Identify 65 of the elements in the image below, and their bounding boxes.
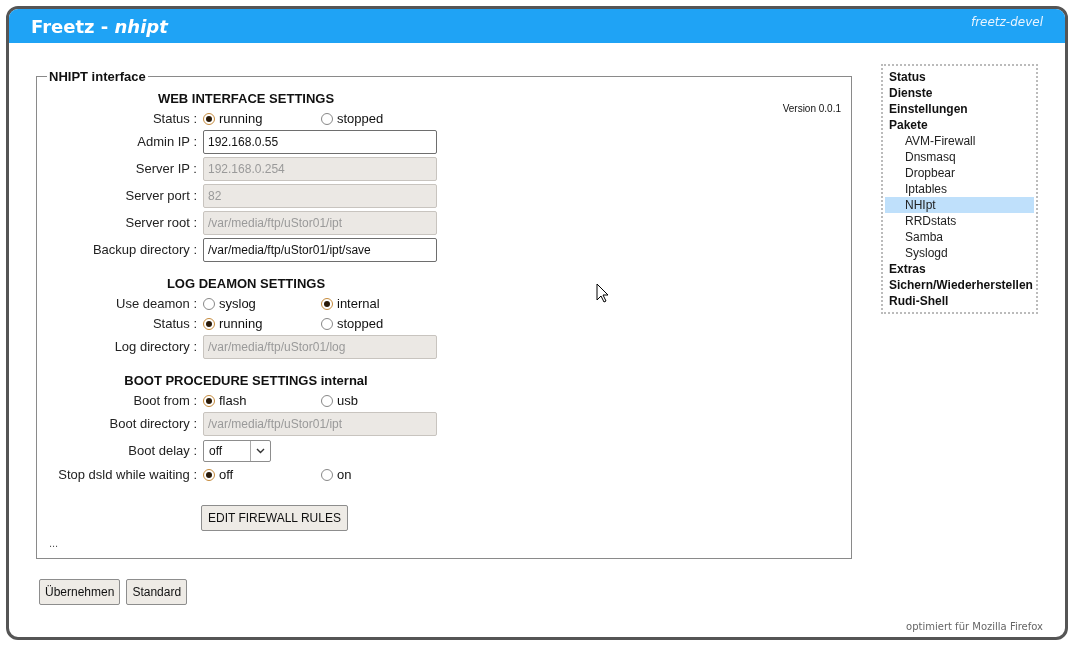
radio-label: on bbox=[337, 465, 352, 484]
radio-label: flash bbox=[219, 391, 247, 410]
field-label: Backup directory : bbox=[92, 241, 197, 260]
nav-item[interactable]: Iptables bbox=[885, 181, 1034, 197]
nav-item[interactable]: Extras bbox=[885, 261, 1034, 277]
radio-label: running bbox=[219, 109, 263, 128]
field-label: Boot from : bbox=[133, 391, 197, 410]
field-label: Admin IP : bbox=[137, 133, 197, 152]
app-title: Freetz - nhipt bbox=[31, 14, 168, 39]
field-label: Log directory : bbox=[114, 338, 197, 357]
nav-item[interactable]: AVM-Firewall bbox=[885, 133, 1034, 149]
section-heading: LOG DEAMON SETTINGS bbox=[166, 275, 326, 293]
nav-item[interactable]: Pakete bbox=[885, 117, 1034, 133]
field-label: Server root : bbox=[125, 214, 197, 233]
nav-item[interactable]: Einstellungen bbox=[885, 101, 1034, 117]
nav-item[interactable]: Dnsmasq bbox=[885, 149, 1034, 165]
nav-item[interactable]: RRDstats bbox=[885, 213, 1034, 229]
radio-button[interactable] bbox=[203, 317, 215, 330]
field-label: Boot delay : bbox=[128, 442, 197, 461]
section-heading: BOOT PROCEDURE SETTINGS internal bbox=[124, 372, 368, 390]
radio-label: stopped bbox=[337, 109, 384, 128]
field-label: Status : bbox=[152, 314, 197, 333]
chevron-down-icon bbox=[256, 448, 265, 454]
radio-button[interactable] bbox=[203, 468, 215, 481]
nav-item[interactable]: Dropbear bbox=[885, 165, 1034, 181]
text-field[interactable]: /var/media/ftp/uStor01/ipt/save bbox=[203, 238, 437, 262]
form-button[interactable]: Übernehmen bbox=[39, 579, 121, 605]
nav-item[interactable]: Dienste bbox=[885, 85, 1034, 101]
nav-item[interactable]: Sichern/Wiederherstellen bbox=[885, 277, 1034, 293]
field-label: Status : bbox=[152, 109, 197, 128]
field-label: Stop dsld while waiting : bbox=[58, 465, 197, 484]
form-button[interactable]: Standard bbox=[126, 579, 188, 605]
radio-label: syslog bbox=[219, 294, 256, 313]
radio-button[interactable] bbox=[203, 297, 215, 310]
text-field[interactable]: 192.168.0.55 bbox=[203, 130, 437, 154]
radio-label: running bbox=[219, 314, 263, 333]
panel-legend: NHIPT interface bbox=[47, 67, 148, 87]
radio-button[interactable] bbox=[321, 112, 333, 125]
radio-button[interactable] bbox=[203, 394, 215, 407]
nav-item[interactable]: Status bbox=[885, 69, 1034, 85]
field-label: Server port : bbox=[125, 187, 197, 206]
branch-label: freetz-devel bbox=[970, 14, 1043, 31]
field-label: Use deamon : bbox=[116, 294, 197, 313]
radio-label: off bbox=[219, 465, 234, 484]
radio-button[interactable] bbox=[321, 468, 333, 481]
field-label: Boot directory : bbox=[109, 415, 197, 434]
nav-item[interactable]: Syslogd bbox=[885, 245, 1034, 261]
radio-label: stopped bbox=[337, 314, 384, 333]
footer-note: optimiert für Mozilla Firefox bbox=[906, 620, 1043, 634]
section-heading: WEB INTERFACE SETTINGS bbox=[157, 90, 335, 108]
field-label: Server IP : bbox=[135, 160, 197, 179]
version-label: Version 0.0.1 bbox=[782, 101, 841, 116]
radio-button[interactable] bbox=[321, 394, 333, 407]
radio-button[interactable] bbox=[321, 317, 333, 330]
radio-button[interactable] bbox=[203, 112, 215, 125]
edit-firewall-button[interactable]: EDIT FIREWALL RULES bbox=[201, 504, 348, 531]
dropdown[interactable]: off bbox=[203, 440, 271, 462]
radio-label: internal bbox=[337, 294, 380, 313]
nav-item[interactable]: Samba bbox=[885, 229, 1034, 245]
nav-item[interactable]: NHIpt bbox=[885, 197, 1034, 213]
ellipsis-text: ... bbox=[49, 535, 60, 551]
cursor-icon bbox=[596, 282, 610, 303]
radio-label: usb bbox=[337, 391, 358, 410]
nav-item[interactable]: Rudi-Shell bbox=[885, 293, 1034, 309]
radio-button[interactable] bbox=[321, 297, 333, 310]
